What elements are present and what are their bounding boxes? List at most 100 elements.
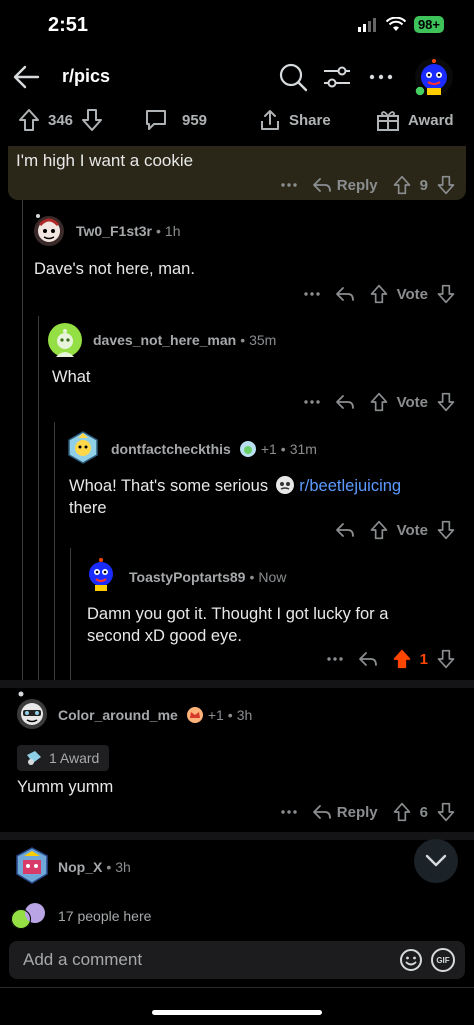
downvote-icon[interactable] <box>436 802 456 822</box>
reply-icon[interactable] <box>335 521 355 539</box>
share-icon <box>261 110 279 130</box>
live-presence: 17 people here <box>10 902 151 930</box>
award-icon <box>27 751 41 765</box>
wifi-icon <box>385 17 406 31</box>
downvote-icon[interactable] <box>436 520 456 540</box>
thread-line[interactable] <box>22 200 23 680</box>
add-comment-input[interactable] <box>23 941 383 979</box>
subreddit-link[interactable]: r/beetlejuicing <box>299 477 401 495</box>
reply-icon[interactable] <box>335 285 355 303</box>
upvote-icon[interactable] <box>392 175 412 195</box>
back-arrow-icon[interactable] <box>10 60 44 94</box>
upvote-icon[interactable] <box>369 392 389 412</box>
comment-time: 3h <box>115 859 131 875</box>
reply-label: Reply <box>336 803 378 821</box>
comment-time: Now <box>258 569 287 585</box>
gif-button[interactable]: GIF <box>431 948 455 972</box>
username[interactable]: ToastyPoptarts89 <box>129 569 245 585</box>
vote-label: Vote <box>396 393 428 411</box>
reply-icon[interactable] <box>358 650 378 668</box>
upvote-icon[interactable] <box>369 520 389 540</box>
vote-label: Vote <box>396 285 428 303</box>
user-avatar[interactable] <box>84 557 118 591</box>
upvote-icon[interactable] <box>369 284 389 304</box>
reply-button[interactable]: Reply <box>312 176 378 194</box>
home-indicator[interactable] <box>152 1010 322 1015</box>
comment-body: What <box>52 368 91 386</box>
top-nav: r/pics <box>0 52 474 100</box>
sort-filter-icon[interactable] <box>321 61 353 93</box>
award-badge[interactable]: 1 Award <box>17 745 110 771</box>
user-flair-icon <box>239 441 256 457</box>
comment-separator <box>0 832 474 840</box>
user-avatar[interactable] <box>414 57 454 97</box>
user-avatar[interactable] <box>14 690 50 734</box>
comments-button[interactable]: 959 <box>144 108 207 132</box>
meta-dot: • <box>156 223 161 239</box>
thread-line[interactable] <box>38 316 39 680</box>
downvote-icon[interactable] <box>436 175 456 195</box>
award-button[interactable]: Award <box>376 108 454 132</box>
emoji-icon[interactable] <box>399 948 423 972</box>
more-options-icon[interactable] <box>367 61 395 93</box>
more-options-icon[interactable] <box>326 649 344 669</box>
more-options-icon[interactable] <box>280 802 298 822</box>
meta-dot: • <box>240 332 246 348</box>
crown-flair-icon <box>186 707 203 723</box>
search-icon[interactable] <box>277 61 309 93</box>
user-avatar[interactable] <box>48 323 82 357</box>
share-button[interactable]: Share <box>259 108 331 132</box>
username[interactable]: dontfactcheckthis <box>111 441 231 457</box>
upvote-icon-active[interactable] <box>392 649 412 669</box>
user-avatar[interactable] <box>66 430 100 464</box>
gift-icon <box>377 111 399 131</box>
user-avatar[interactable] <box>14 846 50 886</box>
comment-text: Whoa! That's some serious <box>69 477 269 495</box>
scroll-next-button[interactable] <box>414 839 458 883</box>
downvote-icon[interactable] <box>436 649 456 669</box>
comment-actions: Vote <box>289 392 456 412</box>
people-count: 17 people here <box>58 908 152 924</box>
comment-score: 1 <box>419 650 428 668</box>
award-count: 1 Award <box>49 750 100 766</box>
reply-button[interactable]: Reply <box>312 803 378 821</box>
flair-karma: +1 <box>207 707 224 723</box>
comment-text: there <box>69 499 107 517</box>
subreddit-title[interactable]: r/pics <box>62 66 110 87</box>
more-options-icon[interactable] <box>303 392 321 412</box>
comment-meta: Nop_X • 3h <box>58 859 131 875</box>
status-time: 2:51 <box>48 14 89 36</box>
reply-icon[interactable] <box>335 393 355 411</box>
meta-dot: • <box>280 441 286 457</box>
username[interactable]: Nop_X <box>58 859 102 875</box>
downvote-icon[interactable] <box>436 284 456 304</box>
username[interactable]: daves_not_here_man <box>93 332 236 348</box>
more-options-icon[interactable] <box>280 175 298 195</box>
comment-body: I'm high I want a cookie <box>16 151 194 170</box>
comment-actions: Vote <box>321 520 456 540</box>
user-avatar[interactable] <box>32 213 66 247</box>
comment-composer: GIF <box>9 941 465 979</box>
username[interactable]: Tw0_F1st3r <box>76 223 152 239</box>
comment-time: 35m <box>249 332 277 348</box>
divider <box>0 987 474 988</box>
comment-score: 6 <box>419 803 428 821</box>
username[interactable]: Color_around_me <box>58 707 178 723</box>
battery-indicator: 98+ <box>413 16 444 33</box>
comment-separator <box>0 680 474 688</box>
share-label: Share <box>289 111 331 129</box>
meta-dot: • <box>249 569 255 585</box>
comment-actions: Reply 6 <box>266 802 456 822</box>
flair-karma: +1 <box>260 441 277 457</box>
thread-line[interactable] <box>54 422 55 680</box>
comment-actions: 1 <box>312 649 456 669</box>
meta-dot: • <box>227 707 233 723</box>
upvote-icon[interactable] <box>18 108 40 132</box>
downvote-icon[interactable] <box>81 108 103 132</box>
downvote-icon[interactable] <box>436 392 456 412</box>
upvote-icon[interactable] <box>392 802 412 822</box>
thread-line[interactable] <box>70 548 71 680</box>
reply-label: Reply <box>336 176 378 194</box>
more-options-icon[interactable] <box>303 284 321 304</box>
comment-time: 31m <box>289 441 317 457</box>
